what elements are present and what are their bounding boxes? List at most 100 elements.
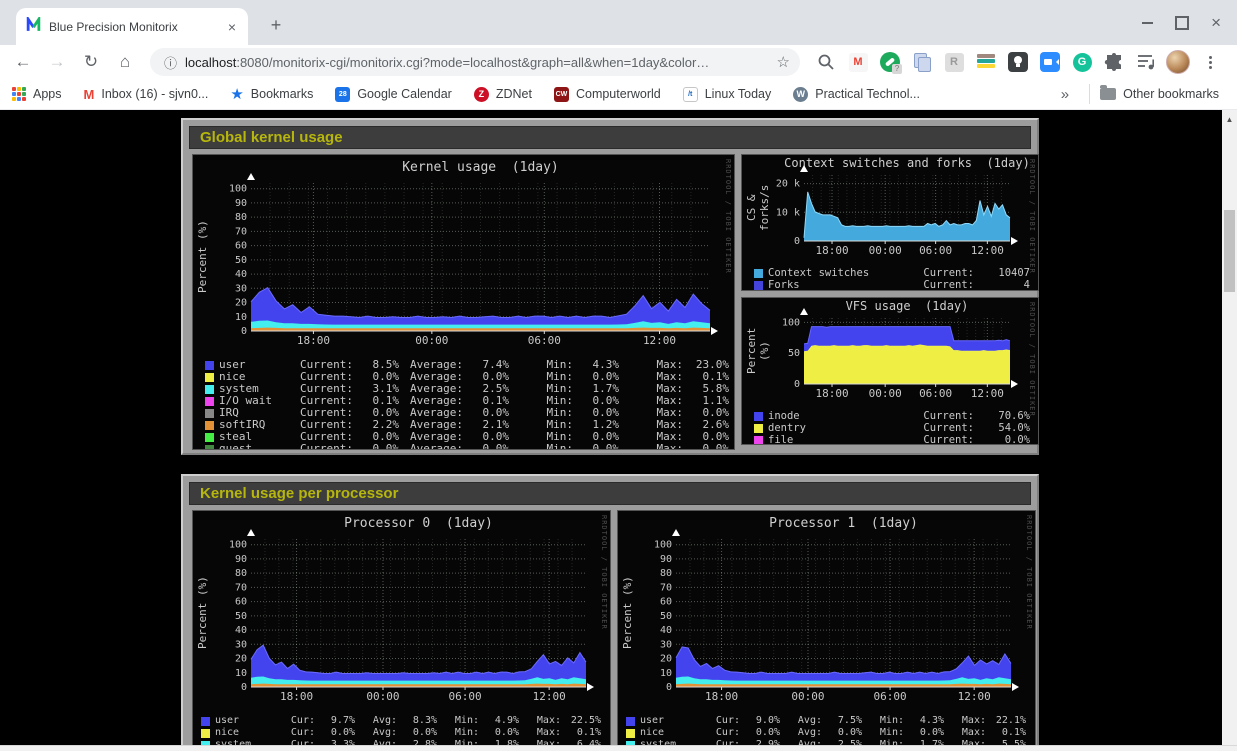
svg-text:10: 10 <box>235 668 247 679</box>
bookmark-label: Bookmarks <box>251 87 314 101</box>
extensions-puzzle-icon[interactable] <box>1102 50 1126 74</box>
svg-text:12:00: 12:00 <box>643 334 676 347</box>
legend-swatch <box>201 717 210 726</box>
svg-text:Processor 0 (1day): Processor 0 (1day) <box>344 516 493 531</box>
svg-text:06:00: 06:00 <box>874 690 907 703</box>
home-icon[interactable]: ⌂ <box>112 49 138 75</box>
zoom-meeting-icon[interactable] <box>1038 50 1062 74</box>
avatar-image <box>1166 50 1190 74</box>
browser-tab[interactable]: Blue Precision Monitorix × <box>16 8 248 45</box>
legend-stat-value: 9.7% <box>315 715 355 727</box>
legend-stat-value: 22.1% <box>986 715 1026 727</box>
svg-text:50: 50 <box>235 611 247 622</box>
bookmark-item-apps[interactable]: Apps <box>12 87 62 101</box>
bookmark-item-zdnet[interactable]: ZZDNet <box>474 87 532 102</box>
call-helper-icon[interactable]: ? <box>878 50 902 74</box>
legend-row: fileCurrent:0.0% <box>754 434 1038 445</box>
browser-menu-icon[interactable] <box>1198 50 1222 74</box>
vertical-scrollbar[interactable]: ▲ <box>1222 110 1237 751</box>
legend-stat-value: 0.0% <box>353 443 399 450</box>
scroll-up-icon[interactable]: ▲ <box>1222 110 1237 124</box>
context-switches-panel[interactable]: Context switches and forks (1day)010 k20… <box>741 154 1039 291</box>
svg-text:Processor 1 (1day): Processor 1 (1day) <box>769 516 918 531</box>
legend-swatch <box>205 409 214 418</box>
copy-pages-icon[interactable] <box>910 50 934 74</box>
legend-row: softIRQCurrent:2.2%Average:2.1%Min:1.2%M… <box>205 419 734 431</box>
books-icon[interactable] <box>974 50 998 74</box>
svg-text:18:00: 18:00 <box>705 690 738 703</box>
browser-window: Blue Precision Monitorix × + × ← → ↻ ⌂ ⓘ… <box>0 0 1237 751</box>
legend-stat-value: 0.0% <box>573 443 619 450</box>
legend-swatch <box>205 385 214 394</box>
legend-stat-label: Current: <box>904 279 974 291</box>
tab-close-icon[interactable]: × <box>226 19 238 35</box>
back-icon[interactable]: ← <box>10 49 36 75</box>
gmail-icon[interactable]: M <box>846 50 870 74</box>
legend-row: ForksCurrent:4 <box>754 279 1038 291</box>
tab-playlist-icon[interactable] <box>1134 50 1158 74</box>
keep-notes-icon[interactable] <box>1006 50 1030 74</box>
search-icon[interactable] <box>814 50 838 74</box>
svg-text:100: 100 <box>782 317 800 328</box>
maximize-icon[interactable] <box>1175 16 1189 30</box>
svg-text:10: 10 <box>235 312 247 323</box>
svg-text:00:00: 00:00 <box>791 690 824 703</box>
vfs-usage-graph: VFS usage (1day)05010018:0000:0006:0012:… <box>742 298 1038 402</box>
legend-swatch <box>626 729 635 738</box>
kernel-usage-panel[interactable]: Kernel usage (1day)010203040506070809010… <box>192 154 735 450</box>
grammarly-icon[interactable]: G <box>1070 50 1094 74</box>
legend-stat-label: Avg: <box>780 715 822 727</box>
forward-icon[interactable]: → <box>44 49 70 75</box>
legend-stat-label: Cur: <box>698 727 740 739</box>
legend-stat-value: 4.3% <box>904 715 944 727</box>
legend-stat-label: Cur: <box>698 715 740 727</box>
processor-0-panel[interactable]: Processor 0 (1day)0102030405060708090100… <box>192 510 611 751</box>
legend-stat-value: 0.0% <box>683 443 729 450</box>
svg-text:60: 60 <box>235 241 247 252</box>
site-info-icon[interactable]: ⓘ <box>164 53 177 72</box>
bookmark-item-practical-technology[interactable]: WPractical Technol... <box>793 87 920 102</box>
bookmark-item-google-calendar[interactable]: 28Google Calendar <box>335 87 452 102</box>
extension-icons: M? R G <box>814 48 1222 76</box>
svg-text:18:00: 18:00 <box>280 690 313 703</box>
legend-swatch <box>754 281 763 290</box>
r-extension-icon[interactable]: R <box>942 50 966 74</box>
legend-row: userCur:9.0%Avg:7.5%Min:4.3%Max:22.1% <box>626 715 1035 727</box>
legend-stat-value: 22.5% <box>561 715 601 727</box>
bookmark-item-linux-today[interactable]: /tLinux Today <box>683 87 772 102</box>
scrollbar-thumb[interactable] <box>1224 210 1235 292</box>
bookmark-item-bookmarks[interactable]: ★Bookmarks <box>230 85 313 103</box>
svg-text:90: 90 <box>235 198 247 209</box>
processor-1-ylabel: Percent (%) <box>621 539 634 687</box>
url-bar[interactable]: ⓘ localhost:8080/monitorix-cgi/monitorix… <box>150 48 800 76</box>
legend-row: stealCurrent:0.0%Average:0.0%Min:0.0%Max… <box>205 431 734 443</box>
bookmark-item-inbox[interactable]: MInbox (16) - sjvn0... <box>84 87 209 102</box>
bookmark-item-computerworld[interactable]: CWComputerworld <box>554 87 661 102</box>
svg-text:50: 50 <box>788 348 800 359</box>
svg-text:50: 50 <box>235 255 247 266</box>
svg-text:60: 60 <box>235 597 247 608</box>
minimize-icon[interactable] <box>1142 22 1153 24</box>
legend-stat-value: 0.0% <box>740 727 780 739</box>
profile-avatar-icon[interactable] <box>1166 50 1190 74</box>
legend-stat-label: Max: <box>944 727 986 739</box>
horizontal-scrollbar[interactable] <box>0 745 1237 751</box>
legend-row: inodeCurrent:70.6% <box>754 410 1038 422</box>
other-bookmarks[interactable]: Other bookmarks <box>1100 87 1219 101</box>
bookmark-star-icon[interactable]: ☆ <box>777 53 790 71</box>
section-header: Kernel usage per processor <box>189 482 1031 505</box>
legend-stat-label: Current: <box>904 434 974 445</box>
processor-1-panel[interactable]: Processor 1 (1day)0102030405060708090100… <box>617 510 1036 751</box>
window-controls: × <box>1142 0 1227 45</box>
legend-row: Context switchesCurrent:10407 <box>754 267 1038 279</box>
legend-stat-value: 0.0% <box>397 727 437 739</box>
bookmarks-overflow-icon[interactable]: » <box>1051 86 1079 103</box>
svg-text:90: 90 <box>235 554 247 565</box>
section-kernel-usage-per-processor: Kernel usage per processor Processor 0 (… <box>181 474 1039 751</box>
reload-icon[interactable]: ↻ <box>78 49 104 75</box>
vfs-usage-panel[interactable]: VFS usage (1day)05010018:0000:0006:0012:… <box>741 297 1039 445</box>
window-close-icon[interactable]: × <box>1211 18 1221 28</box>
bookmarks-divider <box>1089 84 1090 104</box>
context-switches-legend: Context switchesCurrent:10407ForksCurren… <box>754 267 1038 291</box>
new-tab-button[interactable]: + <box>262 12 290 40</box>
